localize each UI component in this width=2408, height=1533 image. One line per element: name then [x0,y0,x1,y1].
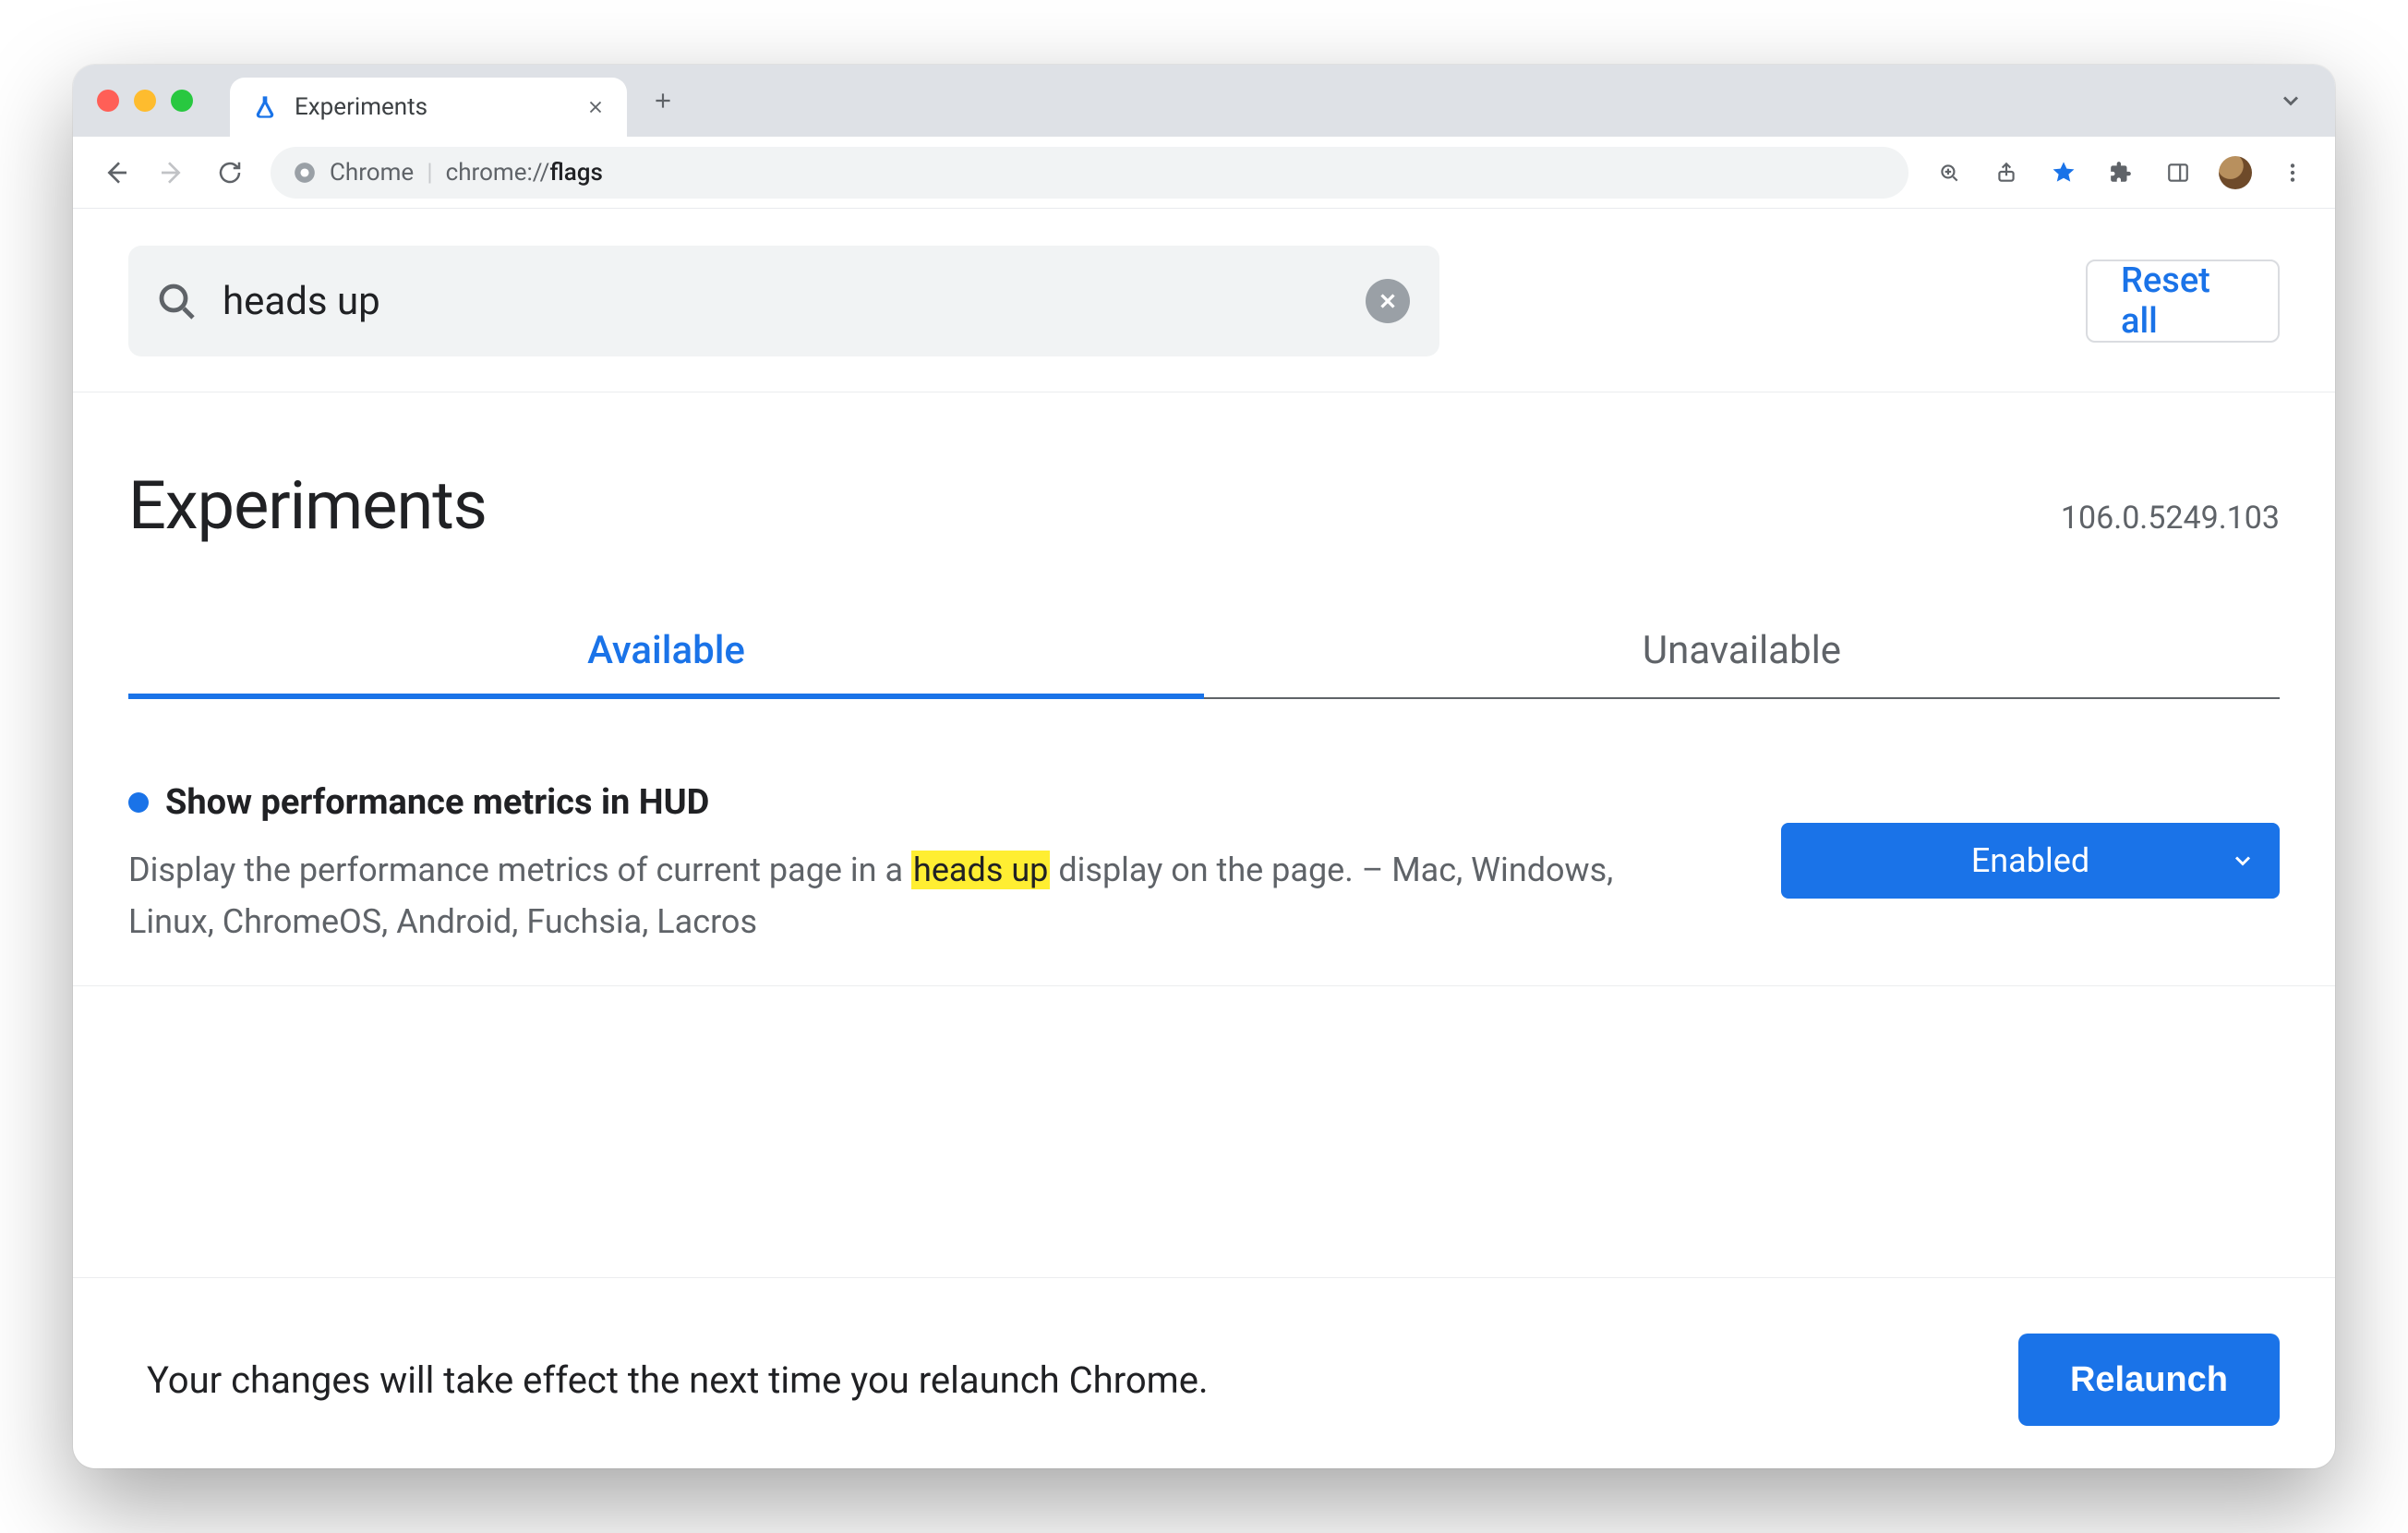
flag-title: Show performance metrics in HUD [165,782,709,823]
flag-info: Show performance metrics in HUD Display … [128,782,1726,948]
new-tab-button[interactable] [638,76,688,126]
reset-all-button[interactable]: Reset all [2086,260,2280,343]
flag-state-select[interactable]: Enabled [1781,823,2280,899]
zoom-icon[interactable] [1923,147,1975,199]
search-row: Reset all [73,209,2335,392]
relaunch-button[interactable]: Relaunch [2018,1334,2280,1426]
share-icon[interactable] [1981,147,2032,199]
search-highlight: heads up [911,851,1050,889]
flag-search-input[interactable] [221,278,1343,325]
extensions-icon[interactable] [2095,147,2147,199]
tab-strip: Experiments [73,65,2335,137]
profile-avatar[interactable] [2209,147,2261,199]
search-icon [154,279,199,323]
flag-title-row: Show performance metrics in HUD [128,782,1726,823]
relaunch-bar: Your changes will take effect the next t… [73,1277,2335,1468]
modified-dot-icon [128,792,149,813]
tab-available[interactable]: Available [128,628,1204,697]
window-controls [97,90,193,112]
address-bar[interactable]: Chrome | chrome://flags [271,147,1908,199]
flag-state-value: Enabled [1971,841,2089,880]
browser-tab[interactable]: Experiments [230,78,627,137]
back-button[interactable] [90,147,141,199]
close-window-button[interactable] [97,90,119,112]
url-text: chrome://flags [446,159,603,187]
tab-list-button[interactable] [2263,73,2318,128]
flag-description: Display the performance metrics of curre… [128,845,1643,948]
side-panel-icon[interactable] [2152,147,2204,199]
minimize-window-button[interactable] [134,90,156,112]
bookmark-star-icon[interactable] [2038,147,2089,199]
forward-button[interactable] [147,147,199,199]
clear-search-icon[interactable] [1366,279,1410,323]
browser-window: Experiments [73,65,2335,1468]
version-label: 106.0.5249.103 [2061,500,2280,537]
flask-icon [252,94,278,120]
tab-unavailable[interactable]: Unavailable [1204,628,2280,697]
chevron-down-icon [2230,848,2256,874]
page-title: Experiments [128,466,487,545]
flag-item: Show performance metrics in HUD Display … [73,699,2335,986]
fullscreen-window-button[interactable] [171,90,193,112]
page-header: Experiments 106.0.5249.103 [73,392,2335,545]
chrome-icon [293,161,317,185]
flags-tabs: Available Unavailable [128,628,2280,699]
page-content: Reset all Experiments 106.0.5249.103 Ava… [73,209,2335,1468]
url-scheme-label: Chrome [330,159,414,187]
kebab-menu-icon[interactable] [2267,147,2318,199]
toolbar: Chrome | chrome://flags [73,137,2335,209]
flag-search-box[interactable] [128,246,1439,356]
tab-title: Experiments [295,93,566,121]
toolbar-actions [1923,147,2318,199]
close-tab-icon[interactable] [583,94,608,120]
reload-button[interactable] [204,147,256,199]
url-separator: | [427,159,432,187]
relaunch-message: Your changes will take effect the next t… [147,1358,1209,1402]
